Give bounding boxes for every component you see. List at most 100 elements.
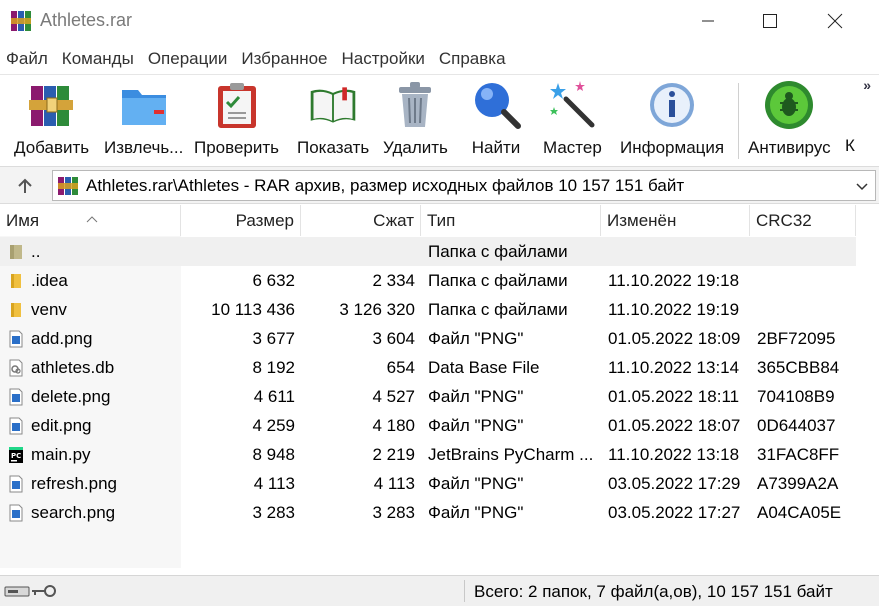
test-clipboard-icon [217,83,256,128]
menu-settings[interactable]: Настройки [335,46,432,72]
file-name: .. [31,242,41,261]
file-crc [757,295,857,324]
file-modified: 01.05.2022 18:09 [608,329,741,348]
add-archive-icon [28,86,73,126]
antivirus-bug-icon [765,81,814,129]
antivirus-button[interactable]: Антивирус [748,79,831,163]
column-size-header[interactable]: Размер [181,205,301,236]
list-item-edit-png[interactable]: edit.png 4 259 4 180 Файл "PNG" 01.05.20… [0,411,879,440]
image-file-icon [9,475,23,493]
file-type: Файл "PNG" [428,329,524,348]
extract-button[interactable]: Извлечь... [104,79,183,163]
file-size [181,237,295,266]
delete-button[interactable]: Удалить [383,79,448,163]
list-item-idea[interactable]: .idea 6 632 2 334 Папка с файлами 11.10.… [0,266,879,295]
minimize-icon [702,20,714,22]
folder-icon [11,274,21,288]
find-button[interactable]: Найти [470,79,522,163]
add-label: Добавить [14,138,90,157]
folder-icon [11,303,21,317]
wizard-button[interactable]: Мастер [543,79,602,163]
file-name: .idea [31,271,68,290]
sort-ascending-icon [86,203,98,235]
file-packed: 3 604 [372,329,415,348]
column-packed-header[interactable]: Сжат [301,205,421,236]
menu-bar: Файл Команды Операции Избранное Настройк… [0,46,513,72]
file-modified: 11.10.2022 19:18 [608,271,740,290]
file-size: 10 113 436 [211,300,295,319]
file-modified [608,237,748,266]
winrar-app-icon [11,11,31,31]
menu-operations[interactable]: Операции [141,46,235,72]
info-button[interactable]: Информация [620,79,724,163]
magnifier-icon [475,83,521,129]
list-item-add-png[interactable]: add.png 3 677 3 604 Файл "PNG" 01.05.202… [0,324,879,353]
title-bar: Athletes.rar [0,0,879,42]
column-name-header[interactable]: Имя [0,205,181,236]
view-button[interactable]: Показать [297,79,369,163]
file-type: Файл "PNG" [428,503,524,522]
file-packed: 3 126 320 [339,300,415,319]
file-name: main.py [31,445,91,464]
file-packed: 654 [386,358,415,377]
maximize-button[interactable] [747,0,793,42]
list-item-athletes-db[interactable]: athletes.db 8 192 654 Data Base File 11.… [0,353,879,382]
maximize-icon [763,14,777,28]
file-packed: 2 334 [372,271,415,290]
list-item-parent[interactable]: .. Папка с файлами [0,237,856,266]
chevron-down-icon[interactable] [855,177,869,195]
file-size: 6 632 [252,271,295,290]
wizard-wand-icon [550,81,595,128]
image-file-icon [9,330,23,348]
file-packed [301,237,415,266]
list-item-delete-png[interactable]: delete.png 4 611 4 527 Файл "PNG" 01.05.… [0,382,879,411]
minimize-button[interactable] [685,0,731,42]
pycharm-file-icon: PC [9,447,23,463]
antivirus-label: Антивирус [748,138,831,157]
column-type-header[interactable]: Тип [421,205,601,236]
file-type: Data Base File [428,358,540,377]
file-modified: 01.05.2022 18:11 [608,387,740,406]
close-button[interactable] [812,0,858,42]
key-icon [32,585,56,597]
up-button[interactable] [8,173,42,199]
toolbar: Добавить Извлечь... Проверить Показать У… [0,74,879,164]
toolbar-more-icon[interactable]: » [863,77,871,93]
find-label: Найти [471,138,521,157]
status-icons [4,585,56,597]
list-item-main-py[interactable]: PC main.py 8 948 2 219 JetBrains PyCharm… [0,440,879,469]
file-type: Папка с файлами [428,300,568,319]
file-size: 3 283 [252,503,295,522]
file-name: add.png [31,329,93,348]
path-text: Athletes.rar\Athletes - RAR архив, разме… [86,176,685,195]
file-crc: A7399A2A [757,474,839,493]
file-type: Папка с файлами [428,242,568,261]
view-label: Показать [297,138,370,157]
file-size: 8 948 [252,445,295,464]
menu-file[interactable]: Файл [0,46,55,72]
column-crc-header[interactable]: CRC32 [750,205,856,236]
file-modified: 03.05.2022 17:27 [608,503,741,522]
column-modified-header[interactable]: Изменён [601,205,750,236]
file-modified: 11.10.2022 19:19 [608,300,740,319]
menu-commands[interactable]: Команды [55,46,141,72]
overflow-button-label[interactable]: К [845,136,855,156]
path-combobox[interactable]: Athletes.rar\Athletes - RAR архив, разме… [52,170,876,201]
file-type: Файл "PNG" [428,387,524,406]
list-item-venv[interactable]: venv 10 113 436 3 126 320 Папка с файлам… [0,295,879,324]
file-type: JetBrains PyCharm ... [428,445,594,464]
list-item-refresh-png[interactable]: refresh.png 4 113 4 113 Файл "PNG" 03.05… [0,469,879,498]
file-crc: 2BF72095 [757,329,836,348]
list-item-search-png[interactable]: search.png 3 283 3 283 Файл "PNG" 03.05.… [0,498,879,527]
svg-text:PC: PC [11,452,21,460]
menu-favorites[interactable]: Избранное [234,46,334,72]
test-button[interactable]: Проверить [194,79,279,163]
file-modified: 11.10.2022 13:18 [608,445,740,464]
close-icon [827,13,843,29]
file-name: refresh.png [31,474,117,493]
menu-help[interactable]: Справка [432,46,513,72]
window-title: Athletes.rar [40,10,133,30]
file-name: athletes.db [31,358,115,377]
add-button[interactable]: Добавить [14,79,89,163]
file-crc: 31FAC8FF [757,445,840,464]
